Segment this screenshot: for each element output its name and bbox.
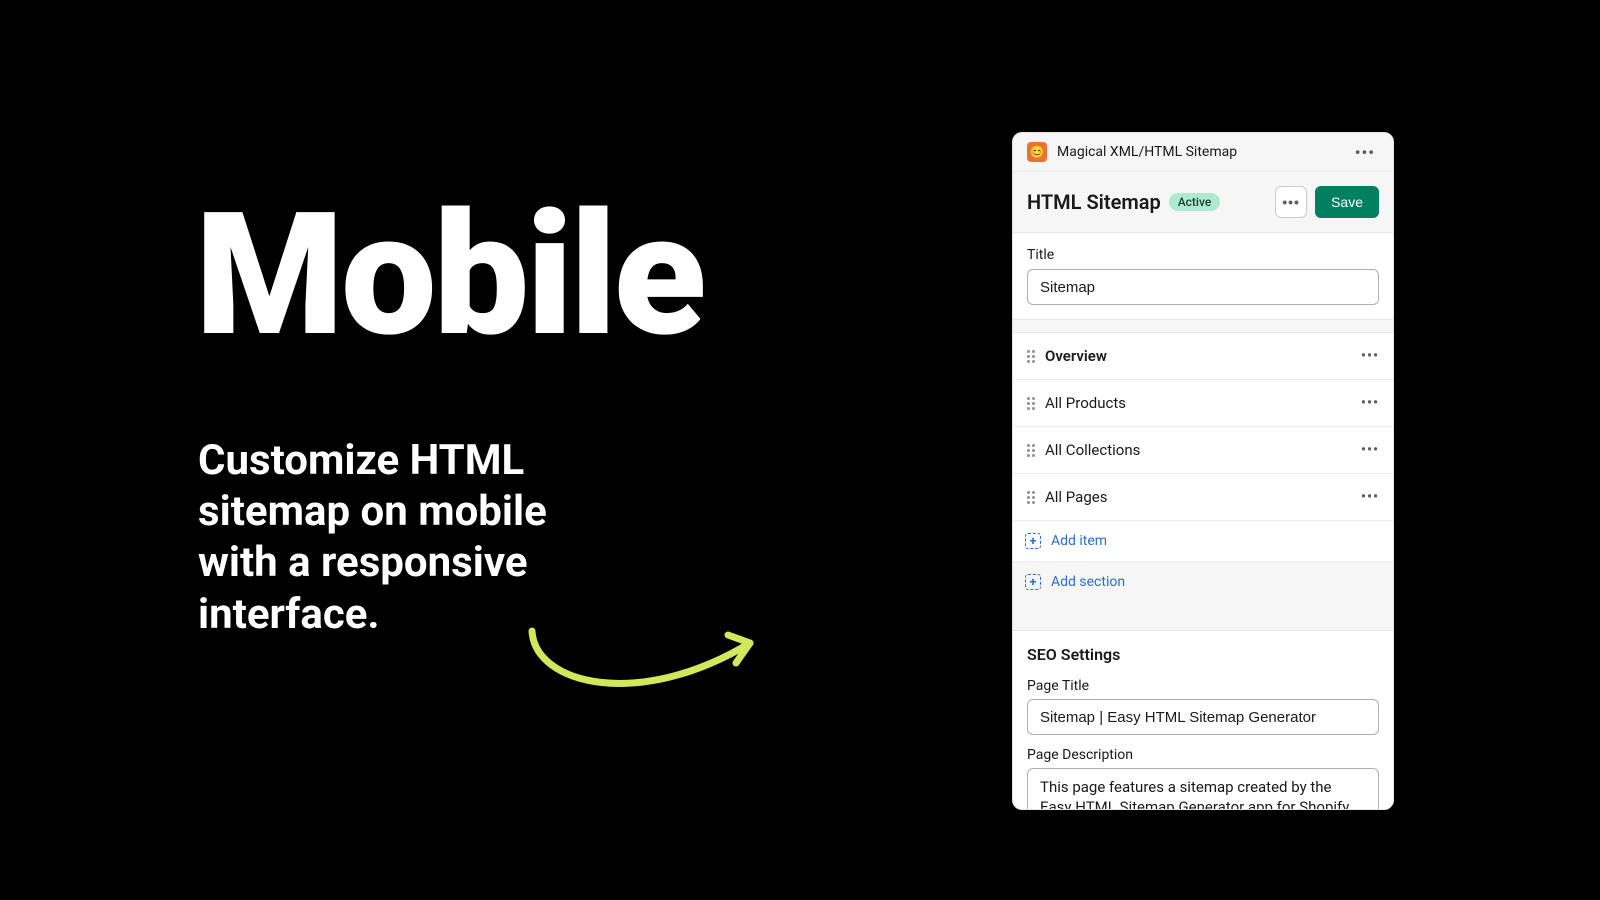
list-item[interactable]: All Products ••• bbox=[1013, 380, 1393, 427]
page-title: HTML Sitemap bbox=[1027, 190, 1161, 214]
app-header: HTML Sitemap Active ••• Save bbox=[1013, 172, 1393, 232]
sitemap-sections-list: Overview ••• All Products ••• All Collec… bbox=[1013, 332, 1393, 602]
page-description-input[interactable] bbox=[1027, 768, 1379, 810]
app-icon: 😊 bbox=[1027, 142, 1047, 162]
add-item-button[interactable]: + Add item bbox=[1013, 521, 1393, 562]
title-section: Title bbox=[1013, 232, 1393, 320]
add-icon: + bbox=[1025, 574, 1041, 590]
page-title-input[interactable] bbox=[1027, 699, 1379, 735]
drag-handle-icon[interactable] bbox=[1027, 350, 1035, 363]
list-item[interactable]: All Pages ••• bbox=[1013, 474, 1393, 521]
list-item[interactable]: Overview ••• bbox=[1013, 333, 1393, 380]
app-titlebar-title: Magical XML/HTML Sitemap bbox=[1057, 144, 1351, 160]
drag-handle-icon[interactable] bbox=[1027, 397, 1035, 410]
save-button[interactable]: Save bbox=[1315, 186, 1379, 218]
list-item-more-icon[interactable]: ••• bbox=[1361, 348, 1379, 364]
list-item[interactable]: All Collections ••• bbox=[1013, 427, 1393, 474]
header-more-button[interactable]: ••• bbox=[1275, 186, 1307, 218]
list-item-more-icon[interactable]: ••• bbox=[1361, 489, 1379, 505]
arrow-decoration bbox=[520, 615, 780, 715]
titlebar-more-icon[interactable]: ••• bbox=[1351, 143, 1379, 162]
app-window: 😊 Magical XML/HTML Sitemap ••• HTML Site… bbox=[1012, 132, 1394, 810]
title-label: Title bbox=[1027, 247, 1379, 263]
add-section-label: Add section bbox=[1051, 574, 1125, 590]
seo-settings-section: SEO Settings Page Title Page Description bbox=[1013, 630, 1393, 810]
list-item-more-icon[interactable]: ••• bbox=[1361, 395, 1379, 411]
list-item-label: All Pages bbox=[1045, 488, 1351, 506]
drag-handle-icon[interactable] bbox=[1027, 491, 1035, 504]
drag-handle-icon[interactable] bbox=[1027, 444, 1035, 457]
page-description-label: Page Description bbox=[1027, 747, 1379, 763]
add-item-label: Add item bbox=[1051, 533, 1107, 549]
list-item-more-icon[interactable]: ••• bbox=[1361, 442, 1379, 458]
status-badge: Active bbox=[1169, 193, 1221, 211]
list-item-label: All Products bbox=[1045, 394, 1351, 412]
seo-settings-heading: SEO Settings bbox=[1027, 645, 1379, 664]
app-titlebar: 😊 Magical XML/HTML Sitemap ••• bbox=[1013, 133, 1393, 172]
title-input[interactable] bbox=[1027, 269, 1379, 305]
list-item-label: Overview bbox=[1045, 347, 1351, 365]
hero-subtitle: Customize HTML sitemap on mobile with a … bbox=[198, 435, 598, 640]
hero-title: Mobile bbox=[195, 190, 703, 360]
page-title-label: Page Title bbox=[1027, 678, 1379, 694]
list-item-label: All Collections bbox=[1045, 441, 1351, 459]
add-section-button[interactable]: + Add section bbox=[1013, 562, 1393, 602]
add-icon: + bbox=[1025, 533, 1041, 549]
